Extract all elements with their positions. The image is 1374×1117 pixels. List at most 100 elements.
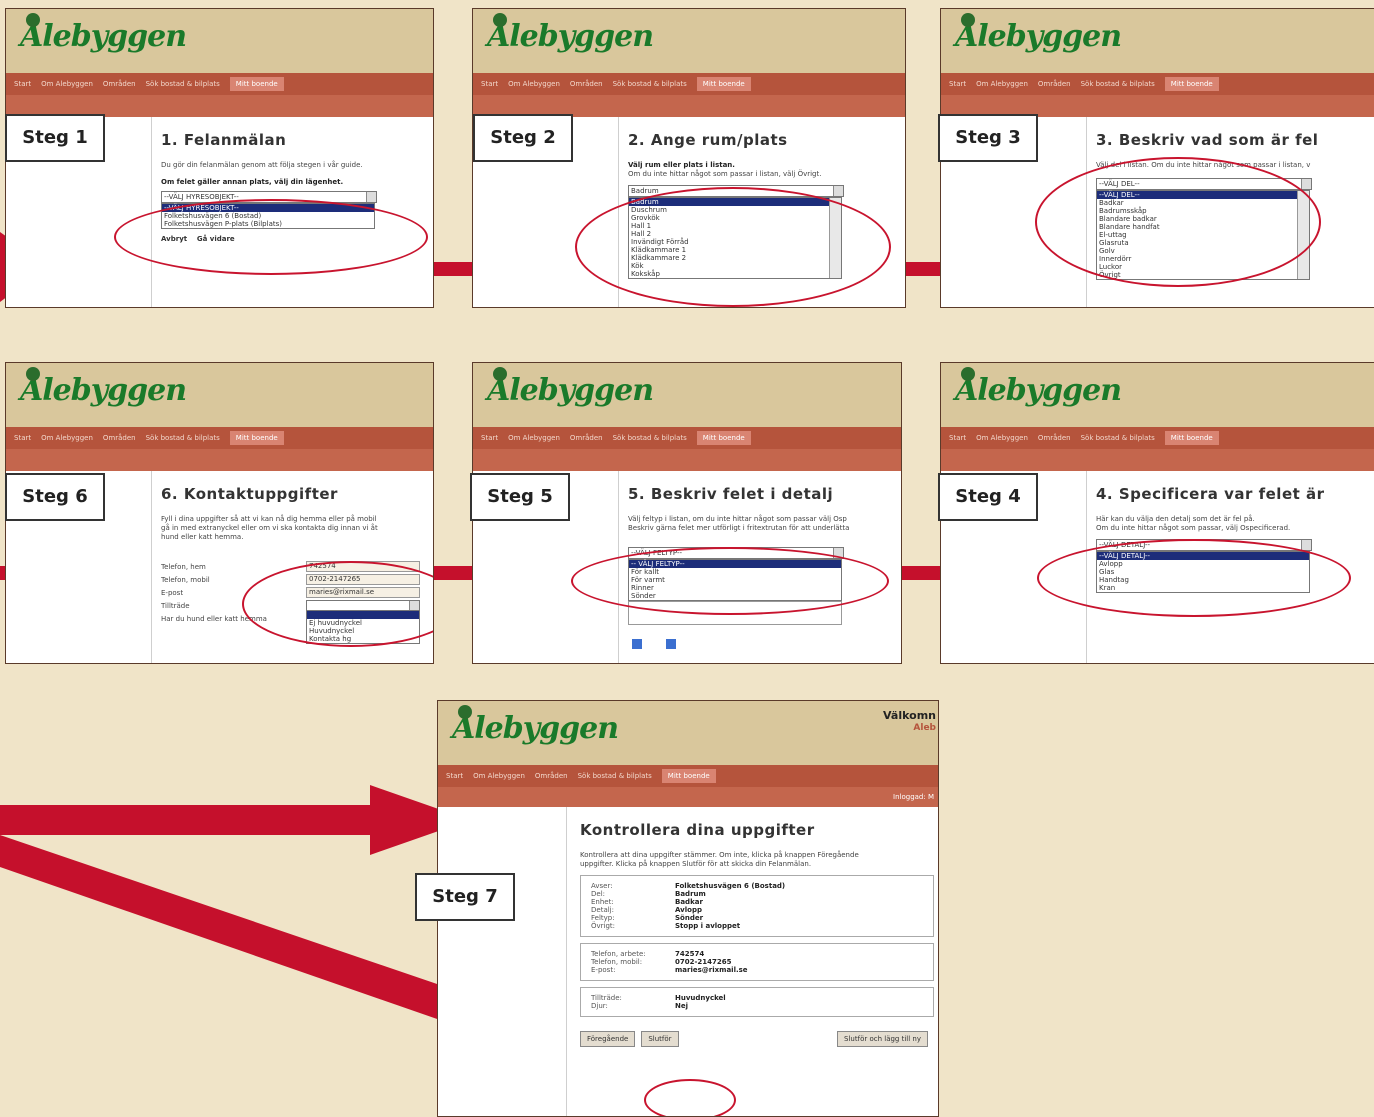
summary-row: Avser: Folketshusvägen 6 (Bostad) [591, 882, 786, 890]
previous-button[interactable]: Föregående [580, 1031, 636, 1047]
alebyggen-logo: Alebyggen [487, 13, 654, 54]
summary-row: Detalj: Avlopp [591, 906, 702, 914]
intro-text-3: hund eller katt hemma. [161, 533, 244, 541]
back-arrow-icon[interactable] [632, 639, 642, 649]
step-badge-4: Steg 4 [938, 473, 1038, 521]
welcome-text: Välkomn [883, 709, 936, 722]
nav-start[interactable]: Start [14, 80, 31, 88]
nav-omraden[interactable]: Områden [1038, 80, 1071, 88]
intro-text-1: Fyll i dina uppgifter så att vi kan nå d… [161, 515, 377, 523]
sub-bar: Inloggad: M [438, 787, 938, 807]
intro-text-2: uppgifter. Klicka på knappen Slutför för… [580, 860, 812, 868]
nav-mitt-boende[interactable]: Mitt boende [661, 769, 716, 783]
step-badge-2: Steg 2 [473, 114, 573, 162]
finish-button[interactable]: Slutför [641, 1031, 679, 1047]
page-title: 5. Beskriv felet i detalj [628, 485, 834, 503]
nav-om-alebyggen[interactable]: Om Alebyggen [976, 434, 1028, 442]
logo-mark-icon [493, 367, 507, 381]
nav-om-alebyggen[interactable]: Om Alebyggen [41, 80, 93, 88]
chevron-down-icon [366, 192, 376, 202]
step-badge-7: Steg 7 [415, 873, 515, 921]
summary-row: Övrigt: Stopp i avloppet [591, 922, 741, 930]
finish-and-add-button[interactable]: Slutför och lägg till ny [837, 1031, 928, 1047]
nav-om-alebyggen[interactable]: Om Alebyggen [508, 80, 560, 88]
logo-mark-icon [458, 705, 472, 719]
main-nav: Start Om Alebyggen Områden Sök bostad & … [473, 427, 901, 449]
logo-mark-icon [26, 367, 40, 381]
highlight-oval [575, 187, 891, 307]
page-title: 2. Ange rum/plats [628, 131, 788, 149]
nav-sok-bostad[interactable]: Sök bostad & bilplats [613, 434, 687, 442]
nav-om-alebyggen[interactable]: Om Alebyggen [508, 434, 560, 442]
nav-om-alebyggen[interactable]: Om Alebyggen [976, 80, 1028, 88]
hint-text-2: Om du inte hittar något som passar, välj… [1096, 524, 1291, 532]
nav-omraden[interactable]: Områden [103, 80, 136, 88]
nav-start[interactable]: Start [481, 80, 498, 88]
nav-om-alebyggen[interactable]: Om Alebyggen [473, 772, 525, 780]
nav-start[interactable]: Start [481, 434, 498, 442]
summary-object: Avser: Folketshusvägen 6 (Bostad) Del: Bad… [580, 875, 934, 937]
nav-omraden[interactable]: Områden [1038, 434, 1071, 442]
summary-row: Del: Badrum [591, 890, 706, 898]
page-title: 3. Beskriv vad som är fel [1096, 131, 1319, 149]
step-badge-1: Steg 1 [5, 114, 105, 162]
highlight-oval [1035, 157, 1321, 287]
nav-mitt-boende[interactable]: Mitt boende [229, 431, 284, 445]
nav-sok-bostad[interactable]: Sök bostad & bilplats [1081, 434, 1155, 442]
main-nav: Start Om Alebyggen Områden Sök bostad & … [6, 73, 433, 95]
nav-omraden[interactable]: Områden [570, 80, 603, 88]
nav-mitt-boende[interactable]: Mitt boende [696, 431, 751, 445]
nav-mitt-boende[interactable]: Mitt boende [696, 77, 751, 91]
alebyggen-logo: Alebyggen [487, 367, 654, 408]
logo-mark-icon [493, 13, 507, 27]
summary-row: Djur: Nej [591, 1002, 689, 1010]
nav-sok-bostad[interactable]: Sök bostad & bilplats [146, 80, 220, 88]
chevron-down-icon [833, 186, 843, 196]
nav-om-alebyggen[interactable]: Om Alebyggen [41, 434, 93, 442]
nav-sok-bostad[interactable]: Sök bostad & bilplats [146, 434, 220, 442]
hint-text-2: Beskriv gärna felet mer utförligt i frit… [628, 524, 850, 532]
page-title: 1. Felanmälan [161, 131, 287, 149]
main-nav: Start Om Alebyggen Områden Sök bostad & … [438, 765, 938, 787]
nav-sok-bostad[interactable]: Sök bostad & bilplats [1081, 80, 1155, 88]
logo-mark-icon [961, 13, 975, 27]
nav-start[interactable]: Start [949, 434, 966, 442]
logged-in-text: Inloggad: M [893, 793, 934, 801]
nav-mitt-boende[interactable]: Mitt boende [1164, 431, 1219, 445]
chevron-down-icon [1301, 540, 1311, 550]
main-nav: Start Om Alebyggen Områden Sök bostad & … [6, 427, 433, 449]
page-title: 4. Specificera var felet är [1096, 485, 1325, 503]
nav-omraden[interactable]: Områden [570, 434, 603, 442]
main-nav: Start Om Alebyggen Områden Sök bostad & … [473, 73, 905, 95]
nav-mitt-boende[interactable]: Mitt boende [1164, 77, 1219, 91]
nav-start[interactable]: Start [446, 772, 463, 780]
highlight-oval [571, 547, 889, 615]
intro-text: Du gör din felanmälan genom att följa st… [161, 161, 363, 169]
nav-mitt-boende[interactable]: Mitt boende [229, 77, 284, 91]
nav-sok-bostad[interactable]: Sök bostad & bilplats [613, 80, 687, 88]
summary-row: E-post: maries@rixmail.se [591, 966, 748, 974]
page-title: 6. Kontaktuppgifter [161, 485, 338, 503]
welcome-sub: Aleb [913, 723, 936, 733]
nav-omraden[interactable]: Områden [535, 772, 568, 780]
nav-start[interactable]: Start [14, 434, 31, 442]
content: Kontrollera dina uppgifter Kontrollera a… [580, 807, 934, 1116]
logo-mark-icon [961, 367, 975, 381]
alebyggen-logo: Alebyggen [955, 367, 1122, 408]
page-title: Kontrollera dina uppgifter [580, 821, 815, 839]
intro-text-1: Kontrollera att dina uppgifter stämmer. … [580, 851, 859, 859]
nav-sok-bostad[interactable]: Sök bostad & bilplats [578, 772, 652, 780]
step-badge-6: Steg 6 [5, 473, 105, 521]
alebyggen-logo: Alebyggen [452, 705, 619, 746]
step-badge-5: Steg 5 [470, 473, 570, 521]
summary-contact: Telefon, arbete: 742574 Telefon, mobil: 07… [580, 943, 934, 981]
header-band: Alebyggen [6, 9, 433, 73]
header-band: Alebyggen [941, 9, 1374, 73]
main-nav: Start Om Alebyggen Områden Sök bostad & … [941, 73, 1374, 95]
nav-omraden[interactable]: Områden [103, 434, 136, 442]
step-badge-3: Steg 3 [938, 114, 1038, 162]
logo-mark-icon [26, 13, 40, 27]
nav-start[interactable]: Start [949, 80, 966, 88]
alebyggen-logo: Alebyggen [20, 367, 187, 408]
forward-arrow-icon[interactable] [666, 639, 676, 649]
